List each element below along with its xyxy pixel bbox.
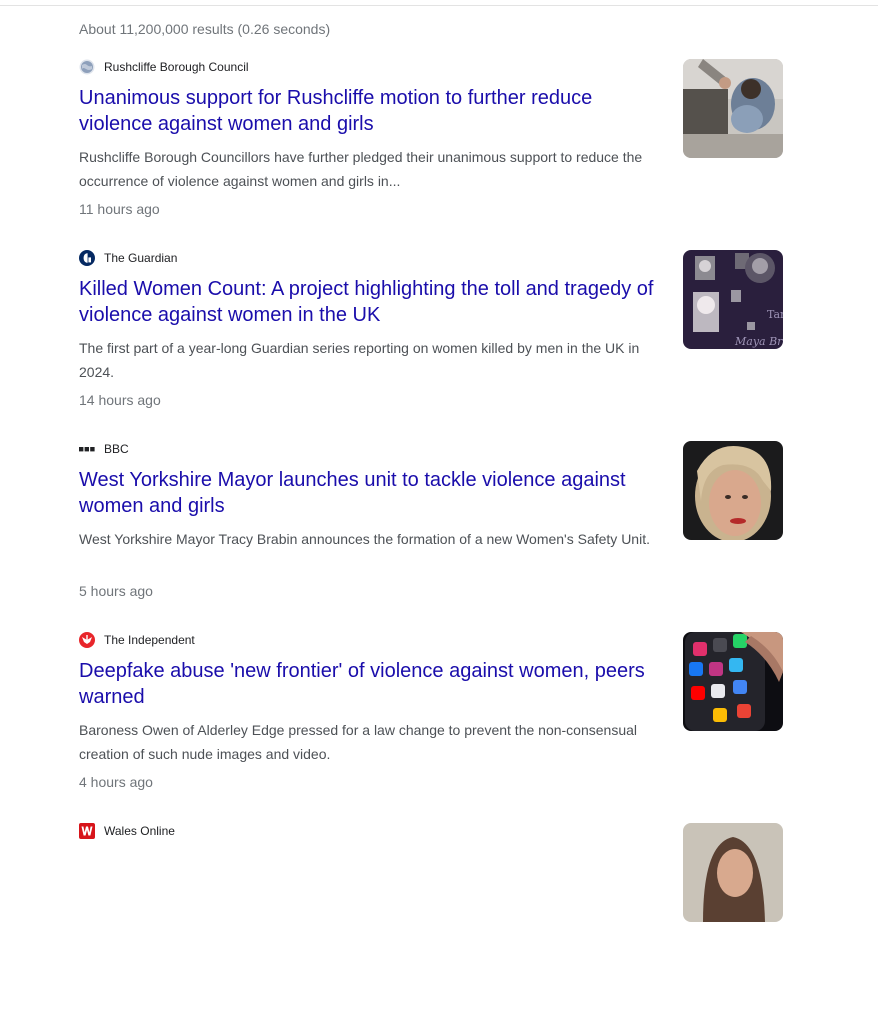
mayor-portrait-photo xyxy=(683,441,783,540)
news-timestamp: 14 hours ago xyxy=(79,392,161,408)
news-headline-link[interactable]: Deepfake abuse 'new frontier' of violenc… xyxy=(79,658,659,710)
results-stats: About 11,200,000 results (0.26 seconds) xyxy=(79,21,331,37)
news-thumbnail[interactable] xyxy=(683,632,783,731)
news-result: The Guardian Killed Women Count: A proje… xyxy=(0,249,878,440)
news-source[interactable]: Wales Online xyxy=(79,822,175,840)
news-result: BBC West Yorkshire Mayor launches unit t… xyxy=(0,440,878,631)
news-source[interactable]: Rushcliffe Borough Council xyxy=(79,58,249,76)
globe-icon xyxy=(79,59,95,75)
news-headline-link[interactable]: Killed Women Count: A project highlighti… xyxy=(79,276,659,328)
news-results-list: Rushcliffe Borough Council Unanimous sup… xyxy=(0,58,878,1013)
source-name: The Independent xyxy=(104,633,195,647)
news-snippet: Rushcliffe Borough Councillors have furt… xyxy=(79,149,643,189)
news-result: Wales Online xyxy=(0,822,878,1013)
top-divider xyxy=(0,5,878,6)
news-result: The Independent Deepfake abuse 'new fron… xyxy=(0,631,878,822)
woman-portrait-photo xyxy=(683,823,783,922)
news-snippet: West Yorkshire Mayor Tracy Brabin announ… xyxy=(79,531,650,547)
news-timestamp: 5 hours ago xyxy=(79,583,153,599)
source-name: Wales Online xyxy=(104,824,175,838)
source-name: Rushcliffe Borough Council xyxy=(104,60,249,74)
news-snippet: The first part of a year-long Guardian s… xyxy=(79,340,640,380)
source-name: BBC xyxy=(104,442,129,456)
news-source[interactable]: The Guardian xyxy=(79,249,177,267)
independent-icon xyxy=(79,632,95,648)
news-thumbnail[interactable] xyxy=(683,59,783,158)
wales-online-icon xyxy=(79,823,95,839)
news-timestamp: 4 hours ago xyxy=(79,774,153,790)
news-thumbnail[interactable] xyxy=(683,441,783,540)
news-headline-link[interactable]: Unanimous support for Rushcliffe motion … xyxy=(79,85,659,137)
news-thumbnail[interactable] xyxy=(683,823,783,922)
news-result: Rushcliffe Borough Council Unanimous sup… xyxy=(0,58,878,249)
guardian-icon xyxy=(79,250,95,266)
news-source[interactable]: The Independent xyxy=(79,631,195,649)
news-timestamp: 11 hours ago xyxy=(79,201,160,217)
thumbnail-caption: Tara xyxy=(767,308,783,321)
bbc-icon xyxy=(79,441,95,457)
distressed-woman-photo xyxy=(683,59,783,158)
news-headline-link[interactable]: West Yorkshire Mayor launches unit to ta… xyxy=(79,467,659,519)
news-source[interactable]: BBC xyxy=(79,440,129,458)
smartphone-apps-photo xyxy=(683,632,783,731)
portrait-collage-photo: Tara Maya Brack xyxy=(683,250,783,349)
source-name: The Guardian xyxy=(104,251,178,265)
thumbnail-caption: Maya Brack xyxy=(734,335,783,348)
news-thumbnail[interactable]: Tara Maya Brack xyxy=(683,250,783,349)
news-snippet: Baroness Owen of Alderley Edge pressed f… xyxy=(79,722,638,762)
